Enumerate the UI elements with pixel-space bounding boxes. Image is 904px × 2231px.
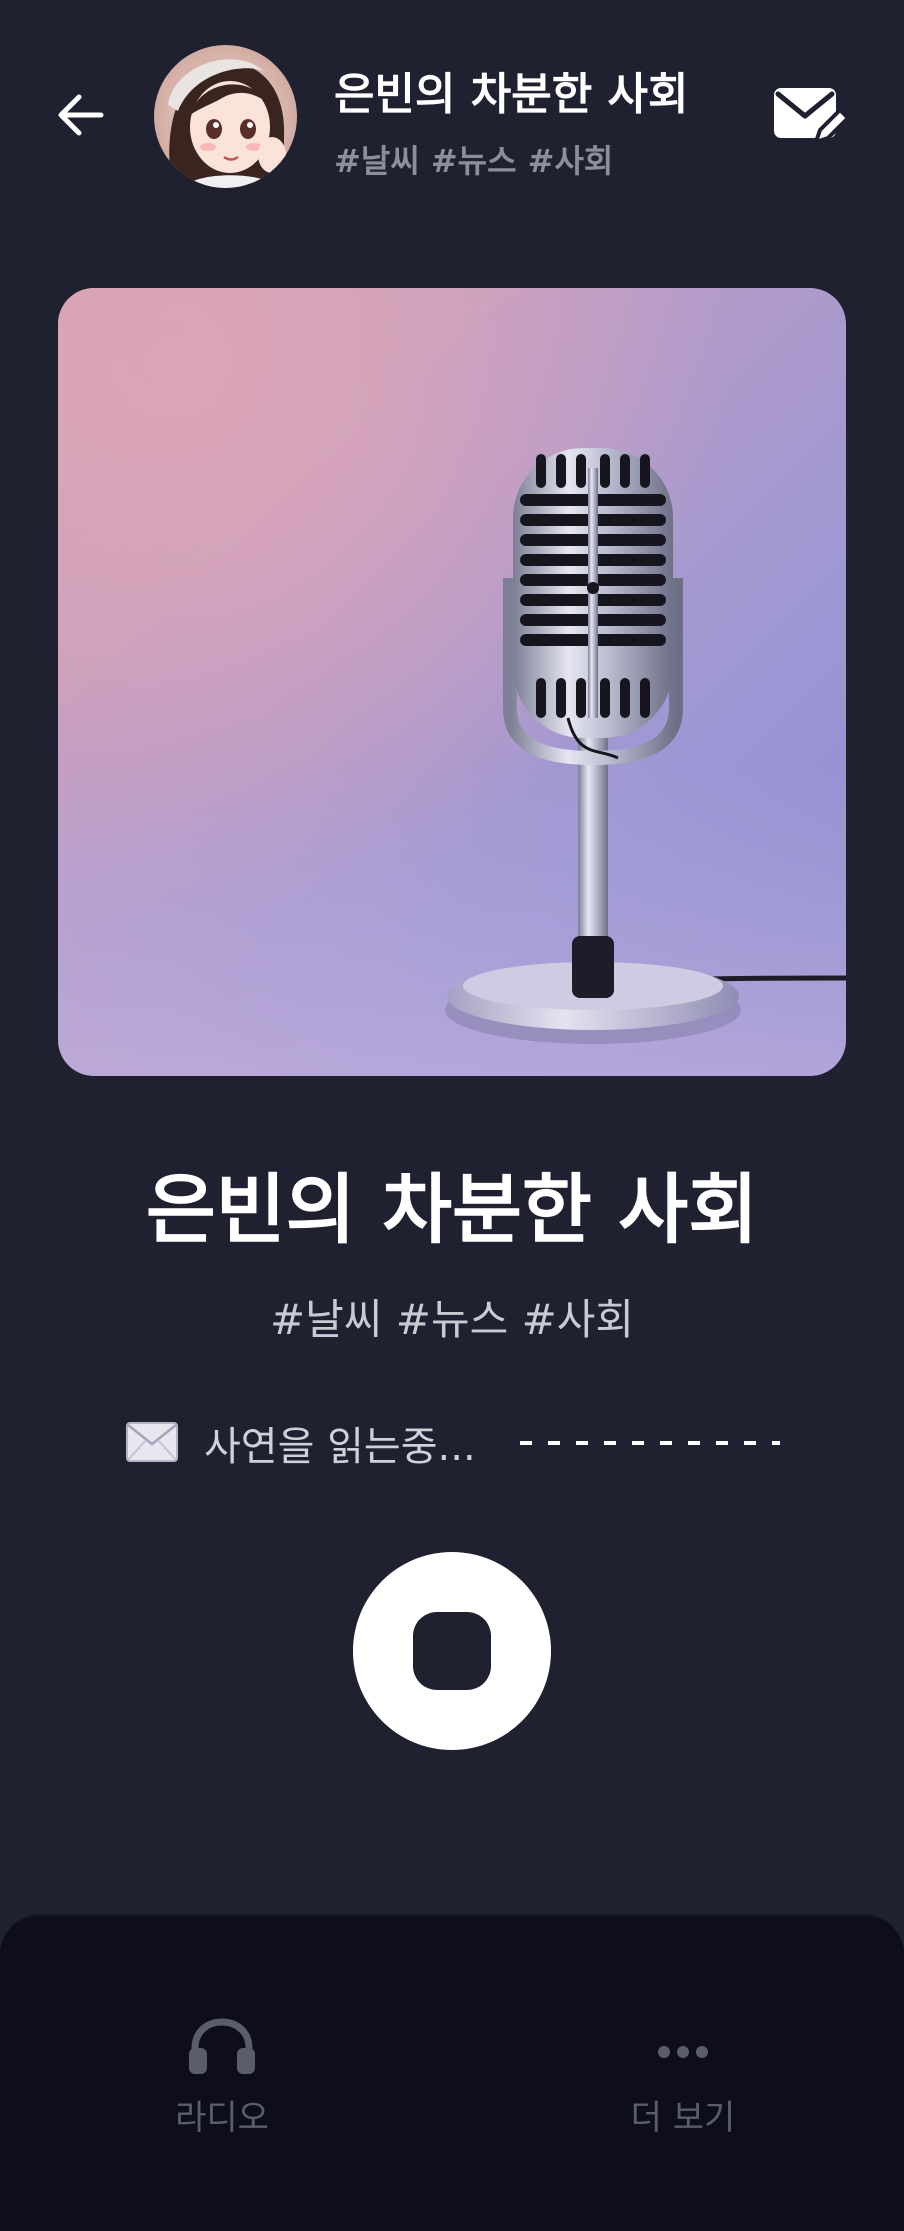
mail-edit-icon	[774, 88, 850, 144]
reading-progress-dashes	[520, 1441, 780, 1445]
status-text: 사연을 읽는중...	[204, 1424, 476, 1470]
avatar[interactable]	[154, 45, 297, 188]
headphones-icon	[189, 2018, 255, 2074]
microphone-illustration	[58, 288, 846, 1076]
program-tags: #날씨 #뉴스 #사회	[269, 1295, 635, 1344]
header-tags: #날씨 #뉴스 #사회	[334, 142, 614, 180]
header: 은빈의 차분한 사회 #날씨 #뉴스 #사회	[0, 0, 904, 240]
more-dots-icon	[658, 2046, 708, 2058]
header-title: 은빈의 차분한 사회	[334, 69, 689, 120]
radio-player-screen: 은빈의 차분한 사회 #날씨 #뉴스 #사회 은빈의 차분한 사회 #날씨 #뉴…	[0, 0, 904, 2231]
write-letter-button[interactable]	[770, 82, 850, 152]
back-button[interactable]	[50, 85, 110, 145]
program-title: 은빈의 차분한 사회	[145, 1165, 759, 1254]
nav-item-radio[interactable]: 라디오	[112, 2016, 332, 2156]
bottom-navigation: 라디오 더 보기	[0, 1914, 904, 2231]
stop-icon	[413, 1612, 491, 1690]
envelope-icon	[126, 1422, 178, 1462]
stop-button[interactable]	[353, 1552, 551, 1750]
nav-label-more: 더 보기	[630, 2098, 736, 2138]
nav-label-radio: 라디오	[175, 2098, 269, 2138]
arrow-left-icon	[58, 94, 104, 136]
nav-item-more[interactable]: 더 보기	[573, 2016, 793, 2156]
reading-status: 사연을 읽는중...	[124, 1412, 784, 1472]
cover-image	[58, 288, 846, 1076]
